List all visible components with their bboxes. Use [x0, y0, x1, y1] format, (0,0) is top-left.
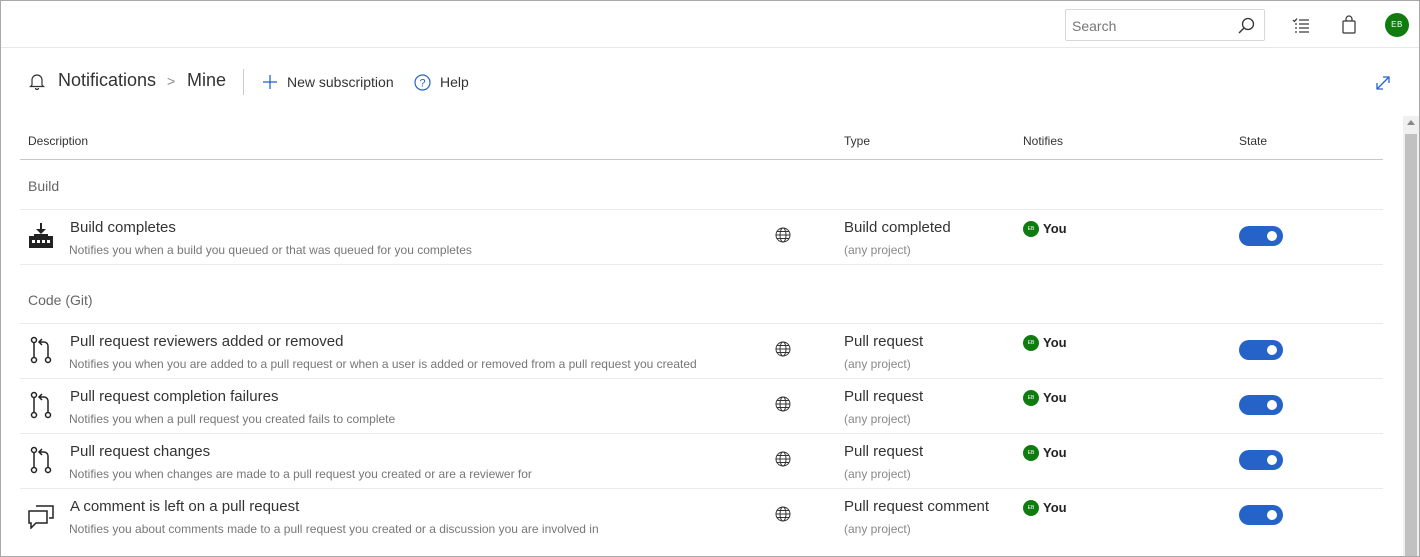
table-header: Description Type Notifies State — [20, 122, 1383, 160]
table-row[interactable]: Pull request changes Notifies you when c… — [20, 434, 1383, 489]
notifies-avatar: EB — [1023, 220, 1039, 237]
notifies-avatar: EB — [1023, 444, 1039, 461]
notifies-label: You — [1043, 335, 1067, 350]
group-label: Code (Git) — [28, 292, 93, 308]
subscription-type: Pull request — [844, 443, 924, 460]
subscription-scope: (any project) — [844, 357, 911, 371]
notifies-avatar: EB — [1023, 334, 1039, 351]
state-toggle[interactable] — [1239, 340, 1283, 360]
notifies-label: You — [1043, 445, 1067, 460]
notifies-target: EB You — [1023, 444, 1067, 461]
subscription-description: Notifies you when a pull request you cre… — [69, 412, 396, 426]
notifies-label: You — [1043, 500, 1067, 515]
subscription-type: Pull request — [844, 333, 924, 350]
notifies-label: You — [1043, 390, 1067, 405]
vertical-scrollbar[interactable] — [1403, 116, 1419, 556]
column-state[interactable]: State — [1239, 134, 1267, 148]
user-avatar[interactable]: EB — [1385, 13, 1409, 37]
globe-icon — [775, 396, 791, 412]
shopping-bag-icon[interactable] — [1339, 15, 1359, 35]
expand-icon[interactable] — [1374, 74, 1392, 92]
column-notifies[interactable]: Notifies — [1023, 134, 1063, 148]
subscription-title[interactable]: Pull request completion failures — [70, 388, 278, 405]
subscription-title[interactable]: Build completes — [70, 219, 176, 236]
table-row[interactable]: Pull request completion failures Notifie… — [20, 379, 1383, 434]
column-description[interactable]: Description — [28, 134, 88, 148]
comment-icon — [28, 505, 54, 529]
subscription-description: Notifies you about comments made to a pu… — [69, 522, 599, 536]
subscription-title[interactable]: Pull request changes — [70, 443, 210, 460]
table-row[interactable]: Pull request reviewers added or removed … — [20, 324, 1383, 379]
task-list-icon[interactable] — [1291, 15, 1311, 35]
subscription-description: Notifies you when changes are made to a … — [69, 467, 532, 481]
breadcrumb-notifications[interactable]: Notifications — [58, 70, 156, 91]
top-bar: EB — [1, 1, 1419, 48]
group-header-code-git: Code (Git) — [20, 288, 1383, 324]
pull-request-icon — [30, 446, 52, 474]
subscription-type: Build completed — [844, 219, 951, 236]
globe-icon — [775, 341, 791, 357]
help-icon: ? — [414, 73, 431, 91]
subscription-type: Pull request — [844, 388, 924, 405]
header-divider — [243, 69, 244, 95]
table-row[interactable]: A comment is left on a pull request Noti… — [20, 489, 1383, 544]
build-icon — [29, 223, 53, 248]
group-header-build: Build — [20, 174, 1383, 210]
scroll-up-arrow-icon[interactable] — [1407, 120, 1415, 125]
help-button[interactable]: ? Help — [414, 72, 469, 92]
search-input[interactable] — [1072, 16, 1232, 36]
svg-text:?: ? — [419, 77, 425, 89]
pull-request-icon — [30, 391, 52, 419]
notifies-target: EB You — [1023, 389, 1067, 406]
table-row[interactable]: Build completes Notifies you when a buil… — [20, 210, 1383, 265]
search-box[interactable] — [1065, 9, 1265, 41]
subscription-description: Notifies you when you are added to a pul… — [69, 357, 697, 371]
breadcrumb-separator-icon: > — [167, 73, 176, 89]
bell-icon — [29, 74, 45, 90]
subscription-title[interactable]: A comment is left on a pull request — [70, 498, 299, 515]
subscription-scope: (any project) — [844, 522, 911, 536]
subscription-type: Pull request comment — [844, 498, 990, 515]
notifies-avatar: EB — [1023, 499, 1039, 516]
help-label: Help — [440, 74, 469, 90]
state-toggle[interactable] — [1239, 450, 1283, 470]
search-icon[interactable] — [1236, 16, 1256, 36]
new-subscription-button[interactable]: New subscription — [262, 72, 394, 92]
globe-icon — [775, 506, 791, 522]
globe-icon — [775, 451, 791, 467]
state-toggle[interactable] — [1239, 226, 1283, 246]
scroll-thumb[interactable] — [1405, 134, 1417, 556]
state-toggle[interactable] — [1239, 505, 1283, 525]
pull-request-icon — [30, 336, 52, 364]
subscription-title[interactable]: Pull request reviewers added or removed — [70, 333, 343, 350]
state-toggle[interactable] — [1239, 395, 1283, 415]
subscription-description: Notifies you when a build you queued or … — [69, 243, 472, 257]
plus-icon — [263, 75, 277, 89]
column-type[interactable]: Type — [844, 134, 870, 148]
new-subscription-label: New subscription — [287, 74, 394, 90]
subscription-scope: (any project) — [844, 243, 911, 257]
notifies-target: EB You — [1023, 220, 1067, 237]
notifies-target: EB You — [1023, 334, 1067, 351]
breadcrumb-mine: Mine — [187, 70, 227, 90]
notifies-target: EB You — [1023, 499, 1067, 516]
notifies-label: You — [1043, 221, 1067, 236]
page-header: Notifications > Mine New subscription ? … — [0, 48, 1418, 116]
globe-icon — [775, 227, 791, 243]
subscription-scope: (any project) — [844, 467, 911, 481]
notifies-avatar: EB — [1023, 389, 1039, 406]
subscription-scope: (any project) — [844, 412, 911, 426]
group-label: Build — [28, 178, 60, 194]
